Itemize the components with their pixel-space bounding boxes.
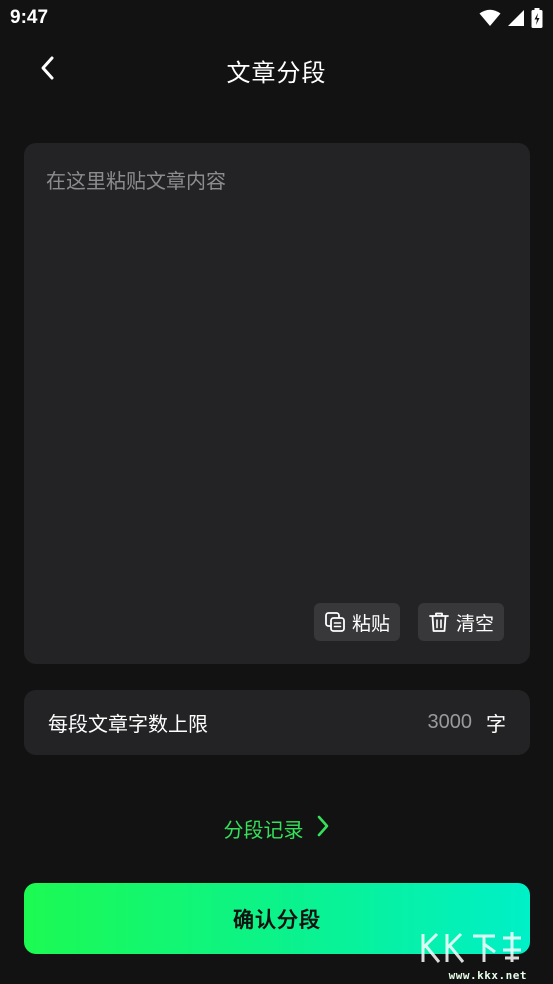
word-limit-label: 每段文章字数上限 [48, 712, 208, 736]
status-time: 9:47 [10, 7, 49, 28]
paste-label: 粘贴 [351, 612, 390, 635]
watermark-url: www.kkx.net [448, 969, 527, 982]
paste-icon [324, 611, 346, 633]
battery-icon [531, 8, 543, 28]
wifi-icon [479, 9, 501, 27]
status-icons [479, 8, 543, 28]
trash-icon [428, 611, 450, 633]
back-button[interactable] [30, 52, 66, 88]
app-screen: 9:47 文章分段 在这里粘贴文章内容 粘贴 清空 每段文章字数上限 3000 … [0, 0, 553, 984]
word-limit-value-group: 3000 字 [428, 708, 507, 737]
signal-icon [507, 9, 525, 27]
confirm-segment-button[interactable]: 确认分段 [24, 883, 530, 954]
clear-label: 清空 [455, 612, 494, 635]
page-title: 文章分段 [226, 58, 327, 87]
word-limit-row[interactable]: 每段文章字数上限 3000 字 [24, 690, 530, 755]
top-bar: 文章分段 [0, 44, 553, 96]
segment-record-link[interactable]: 分段记录 [0, 808, 553, 848]
card-actions: 粘贴 清空 [313, 603, 504, 641]
chevron-left-icon [39, 55, 57, 85]
word-limit-value[interactable]: 3000 [428, 711, 473, 734]
article-card: 粘贴 清空 [24, 143, 530, 664]
chevron-right-icon [316, 815, 330, 841]
clear-button[interactable]: 清空 [417, 603, 504, 641]
article-input[interactable] [24, 143, 530, 593]
status-bar: 9:47 [0, 0, 553, 36]
confirm-segment-label: 确认分段 [233, 907, 321, 932]
paste-button[interactable]: 粘贴 [313, 603, 400, 641]
segment-record-label: 分段记录 [223, 817, 304, 842]
word-limit-unit: 字 [486, 712, 506, 736]
